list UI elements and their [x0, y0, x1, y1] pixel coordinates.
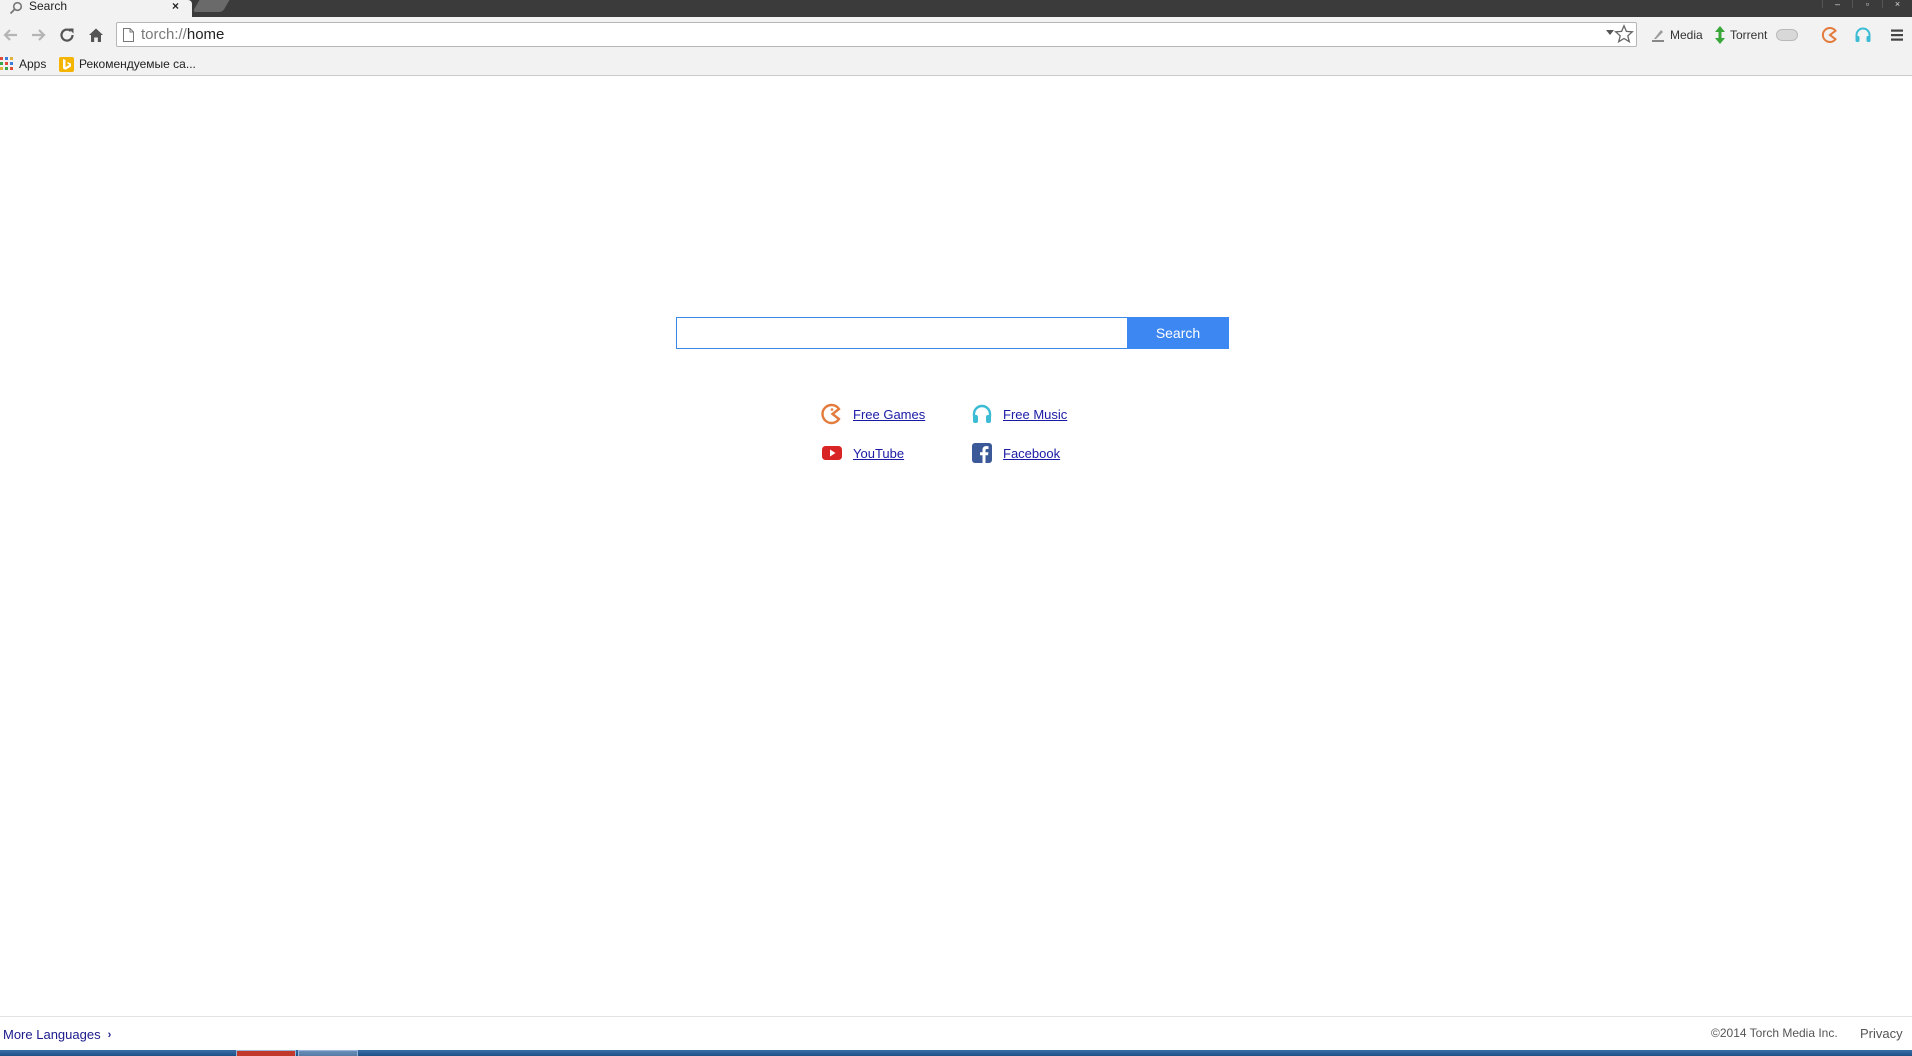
bookmark-recommended-label: Рекомендуемые са...	[79, 57, 196, 71]
tab-title: Search	[29, 0, 68, 13]
headphones-icon	[1855, 27, 1871, 42]
url-text[interactable]: torch://home	[141, 26, 224, 44]
facebook-link[interactable]: Facebook	[1003, 446, 1060, 461]
menu-button[interactable]	[1886, 24, 1908, 46]
torrent-count-badge-icon	[1776, 29, 1799, 41]
chevron-right-icon: ›	[107, 1028, 112, 1041]
reload-icon	[60, 28, 74, 42]
media-label: Media	[1670, 28, 1703, 42]
quick-link-free-music[interactable]: Free Music	[971, 403, 1067, 425]
games-pacman-icon	[821, 403, 843, 425]
bookmark-star-icon[interactable]	[1614, 24, 1634, 44]
browser-toolbar: torch://home Media Torrent	[0, 17, 1912, 53]
youtube-icon	[821, 442, 843, 464]
apps-grid-icon	[0, 57, 13, 70]
bookmarks-bar: Apps Рекомендуемые са...	[0, 53, 1912, 76]
forward-button[interactable]	[27, 24, 49, 46]
torrent-label: Torrent	[1730, 28, 1768, 42]
back-button[interactable]	[0, 24, 22, 46]
games-pacman-icon	[1821, 27, 1837, 43]
page-icon	[123, 28, 134, 42]
taskbar-item[interactable]	[298, 1050, 358, 1056]
hamburger-menu-icon	[1891, 29, 1903, 41]
media-grab-icon	[1652, 30, 1664, 42]
media-extension-button[interactable]: Media	[1650, 25, 1703, 45]
music-toolbar-button[interactable]	[1852, 24, 1874, 46]
taskbar-item[interactable]	[236, 1050, 296, 1056]
bing-icon	[59, 56, 74, 72]
quick-link-free-games[interactable]: Free Games	[821, 403, 925, 425]
tab-close-button[interactable]: ×	[172, 0, 179, 13]
close-window-button[interactable]: ×	[1882, 0, 1912, 9]
new-tab-button[interactable]	[192, 0, 230, 12]
games-toolbar-button[interactable]	[1819, 24, 1841, 46]
quick-link-facebook[interactable]: Facebook	[971, 442, 1060, 464]
privacy-link[interactable]: Privacy	[1860, 1026, 1903, 1041]
quick-link-youtube[interactable]: YouTube	[821, 442, 904, 464]
search-input[interactable]	[676, 317, 1127, 349]
youtube-link[interactable]: YouTube	[853, 446, 904, 461]
free-games-link[interactable]: Free Games	[853, 407, 925, 422]
home-icon	[89, 28, 103, 42]
tab-search[interactable]: Search ×	[0, 0, 192, 17]
torrent-icon	[1715, 26, 1725, 44]
minimize-button[interactable]: –	[1822, 0, 1852, 9]
more-languages-link[interactable]: More Languages ›	[3, 1027, 111, 1042]
page-footer: More Languages › ©2014 Torch Media Inc. …	[0, 1016, 1912, 1050]
bookmark-apps-label: Apps	[19, 57, 47, 71]
facebook-icon	[971, 442, 993, 464]
address-bar[interactable]: torch://home	[116, 22, 1637, 47]
back-arrow-icon	[3, 29, 17, 41]
maximize-button[interactable]: ▫	[1852, 0, 1882, 9]
url-path: home	[186, 26, 225, 43]
home-button[interactable]	[85, 24, 107, 46]
headphones-icon	[971, 403, 993, 425]
reload-button[interactable]	[56, 24, 78, 46]
window-title-bar: Search × – ▫ ×	[0, 0, 1912, 17]
window-controls: – ▫ ×	[1822, 0, 1912, 9]
forward-arrow-icon	[32, 29, 46, 41]
free-music-link[interactable]: Free Music	[1003, 407, 1067, 422]
torrent-extension-button[interactable]: Torrent	[1714, 25, 1802, 45]
bookmark-recommended-sites[interactable]: Рекомендуемые са...	[59, 55, 196, 73]
omnibox-dropdown-icon[interactable]	[1606, 30, 1614, 35]
bookmark-apps[interactable]: Apps	[0, 55, 46, 73]
copyright-text: ©2014 Torch Media Inc.	[1711, 1026, 1838, 1040]
search-icon	[9, 1, 23, 15]
more-languages-label: More Languages	[3, 1027, 101, 1042]
url-scheme: torch://	[141, 26, 187, 43]
search-button[interactable]: Search	[1127, 317, 1229, 349]
search-form: Search	[676, 317, 1229, 349]
os-taskbar	[0, 1050, 1912, 1056]
